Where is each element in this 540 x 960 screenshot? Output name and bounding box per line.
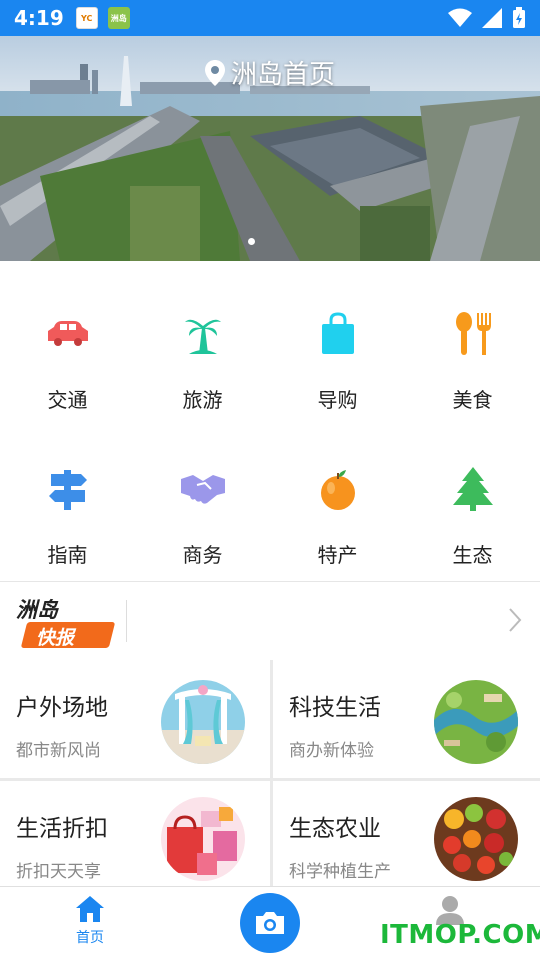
category-traffic[interactable]: 交通 xyxy=(0,282,135,437)
palm-tree-icon xyxy=(179,310,227,358)
wifi-icon xyxy=(448,8,472,27)
news-separator xyxy=(126,600,127,642)
category-label: 商务 xyxy=(182,543,223,567)
category-travel[interactable]: 旅游 xyxy=(135,282,270,437)
category-specialty[interactable]: 特产 xyxy=(270,437,405,582)
card-image xyxy=(434,680,518,764)
feature-cards: 户外场地 都市新风尚 科技生活 商办新体验 生活折扣 折扣天天享 生态农业 科学… xyxy=(0,660,540,889)
signpost-icon xyxy=(44,465,92,513)
hero-banner[interactable]: 洲岛首页 xyxy=(0,36,540,261)
watermark: ITMOP.COM xyxy=(380,920,540,950)
orange-icon xyxy=(314,465,362,513)
fork-spoon-icon xyxy=(449,310,497,358)
card-life-discount[interactable]: 生活折扣 折扣天天享 xyxy=(0,781,270,889)
card-eco-agriculture[interactable]: 生态农业 科学种植生产 xyxy=(273,781,540,889)
battery-icon xyxy=(513,7,525,28)
location-pin-icon xyxy=(204,59,225,86)
tab-home[interactable]: 首页 xyxy=(40,895,140,947)
divider xyxy=(0,581,540,582)
card-image xyxy=(434,797,518,881)
news-logo-line1: 洲岛 xyxy=(16,598,58,622)
shopping-bag-icon xyxy=(314,310,362,358)
banner-title: 洲岛首页 xyxy=(0,54,540,91)
app-notification-icon: 洲岛 xyxy=(107,7,130,29)
card-tech-life[interactable]: 科技生活 商办新体验 xyxy=(273,660,540,778)
category-label: 特产 xyxy=(317,543,358,567)
category-label: 旅游 xyxy=(182,388,223,412)
tab-home-label: 首页 xyxy=(76,930,104,946)
camera-icon xyxy=(256,912,284,934)
status-bar: 4:19 YC 洲岛 xyxy=(0,0,540,36)
camera-button[interactable] xyxy=(240,893,300,953)
category-shopping[interactable]: 导购 xyxy=(270,282,405,437)
tree-icon xyxy=(449,465,497,513)
category-ecology[interactable]: 生态 xyxy=(405,437,540,582)
app-notification-icon: YC xyxy=(75,7,98,29)
news-ticker[interactable]: 洲岛 快报 xyxy=(0,583,540,659)
card-image xyxy=(161,797,245,881)
status-time: 4:19 xyxy=(14,6,64,30)
signal-icon xyxy=(482,8,502,28)
category-label: 交通 xyxy=(47,388,88,412)
banner-title-text: 洲岛首页 xyxy=(230,60,335,90)
news-logo-line2: 快报 xyxy=(36,627,75,649)
handshake-icon xyxy=(179,465,227,513)
category-guide[interactable]: 指南 xyxy=(0,437,135,582)
chevron-right-icon[interactable] xyxy=(508,607,522,633)
category-business[interactable]: 商务 xyxy=(135,437,270,582)
card-outdoor-venue[interactable]: 户外场地 都市新风尚 xyxy=(0,660,270,778)
category-label: 生态 xyxy=(452,543,493,567)
category-label: 美食 xyxy=(452,388,493,412)
category-grid: 交通 旅游 导购 美食 指南 商务 特产 生态 xyxy=(0,282,540,582)
card-image xyxy=(161,680,245,764)
category-food[interactable]: 美食 xyxy=(405,282,540,437)
car-icon xyxy=(44,310,92,358)
category-label: 指南 xyxy=(47,543,88,567)
home-icon xyxy=(76,896,104,922)
news-logo: 洲岛 快报 xyxy=(14,592,116,650)
category-label: 导购 xyxy=(317,388,358,412)
carousel-indicator[interactable] xyxy=(248,238,255,245)
